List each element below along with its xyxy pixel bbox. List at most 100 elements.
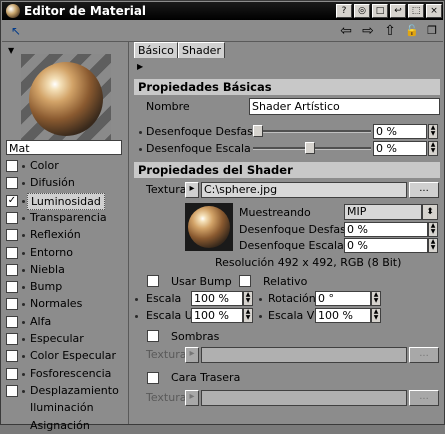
shader-properties-header: Propiedades del Shader <box>134 162 440 178</box>
desfase-slider-track[interactable] <box>253 130 371 133</box>
escala-v-field[interactable]: 100 % <box>315 308 371 323</box>
desfase-field[interactable]: 0 % <box>373 124 427 139</box>
desfase-slider-knob[interactable] <box>253 125 263 137</box>
cara-trasera-label: Cara Trasera <box>171 371 241 384</box>
textura-cara-trasera-field[interactable] <box>201 390 407 406</box>
restore-icon[interactable]: ↩ <box>390 4 406 18</box>
channel-item[interactable]: Difusión <box>4 175 126 191</box>
lock-icon[interactable]: 🔓 <box>404 23 420 39</box>
close-icon[interactable]: × <box>426 4 442 18</box>
tab-basico[interactable]: Básico <box>134 42 178 58</box>
textura-cara-trasera-menu-button[interactable]: ▸ <box>185 390 199 406</box>
channel-dot <box>22 165 25 168</box>
param-dot <box>139 148 142 151</box>
textura-sombras-browse-button[interactable]: ... <box>409 347 439 363</box>
shader-desfase-spinner[interactable]: ▲ ▼ <box>428 222 438 237</box>
textura-path-field[interactable]: C:\sphere.jpg <box>201 182 407 198</box>
shader-escala-field[interactable]: 0 % <box>344 238 428 253</box>
sombras-label: Sombras <box>171 330 220 343</box>
channel-label: Desplazamiento <box>30 383 119 397</box>
sombras-checkbox[interactable] <box>147 330 159 342</box>
expand-arrow-icon[interactable]: ▶ <box>137 62 143 71</box>
nombre-field[interactable]: Shader Artístico <box>249 98 440 115</box>
escala-field[interactable]: 0 % <box>373 141 427 156</box>
channel-item[interactable]: Alfa <box>4 314 126 330</box>
channel-item[interactable]: Entorno <box>4 245 126 261</box>
maximize-icon[interactable]: □ <box>372 4 388 18</box>
channel-dot <box>22 182 25 186</box>
channel-checkbox[interactable] <box>6 177 18 190</box>
escala-u-spinner[interactable]: ▲ ▼ <box>243 308 253 323</box>
channel-checkbox[interactable] <box>6 281 18 294</box>
chevron-down-icon[interactable]: ⬍ <box>422 204 438 220</box>
channel-checkbox[interactable] <box>6 315 18 328</box>
channel-item[interactable]: Color Especular <box>4 348 126 364</box>
textura-label: Textura <box>146 183 187 196</box>
channel-checkbox[interactable] <box>6 160 18 172</box>
escala-slider-knob[interactable] <box>305 142 315 154</box>
channel-item[interactable]: Desplazamiento <box>4 383 126 399</box>
desfase-spinner[interactable]: ▲ ▼ <box>428 124 438 139</box>
new-window-icon[interactable]: ❐ <box>424 23 440 39</box>
escala-u-field[interactable]: 100 % <box>191 308 243 323</box>
channel-item[interactable]: ✓ Luminosidad <box>4 192 126 210</box>
channel-item[interactable]: Iluminación <box>4 400 126 416</box>
channel-item[interactable]: Niebla <box>4 262 126 278</box>
channel-item[interactable]: Transparencia <box>4 210 126 226</box>
textura-cara-trasera-browse-button[interactable]: ... <box>409 390 439 406</box>
channel-checkbox[interactable] <box>6 384 18 397</box>
param-dot <box>139 131 142 134</box>
textura-sombras-field[interactable] <box>201 347 407 363</box>
channel-item[interactable]: Reflexión <box>4 227 126 243</box>
channel-label: Color <box>30 159 59 172</box>
param-dot <box>259 315 262 318</box>
preview-sphere <box>29 62 103 136</box>
help-icon[interactable]: ? <box>336 4 352 18</box>
material-preview[interactable] <box>21 54 111 144</box>
channel-item[interactable]: Color <box>4 158 126 174</box>
channel-item[interactable]: Especular <box>4 331 126 347</box>
channel-checkbox[interactable] <box>6 229 18 242</box>
channel-checkbox[interactable] <box>6 263 18 276</box>
back-arrow-icon[interactable]: ⇦ <box>338 23 354 39</box>
textura-menu-button[interactable]: ▸ <box>185 182 199 198</box>
tab-shader[interactable]: Shader <box>178 42 225 58</box>
channel-checkbox[interactable] <box>6 350 18 363</box>
channel-item[interactable]: Bump <box>4 279 126 295</box>
texture-thumbnail <box>185 203 233 251</box>
shader-escala-spinner[interactable]: ▲ ▼ <box>428 238 438 253</box>
channel-checkbox[interactable] <box>6 333 18 345</box>
textura-browse-button[interactable]: ... <box>409 182 439 198</box>
channel-item[interactable]: Fosforescencia <box>4 366 126 382</box>
usar-bump-checkbox[interactable] <box>147 275 159 287</box>
channel-dot <box>22 389 25 393</box>
forward-arrow-icon[interactable]: ⇨ <box>360 23 376 39</box>
preview-menu-icon[interactable]: ▼ <box>8 46 14 55</box>
channel-checkbox[interactable]: ✓ <box>6 194 18 207</box>
cursor-icon[interactable]: ↖ <box>8 23 24 39</box>
channel-checkbox[interactable] <box>6 298 18 311</box>
minimize-icon[interactable]: ⬚ <box>408 4 424 18</box>
channel-checkbox[interactable] <box>6 246 18 259</box>
shader-desfase-field[interactable]: 0 % <box>344 222 428 237</box>
cara-trasera-checkbox[interactable] <box>147 372 159 384</box>
material-name-field[interactable]: Mat <box>6 140 122 155</box>
muestreando-select[interactable]: MIP <box>344 204 422 220</box>
escala-shader-field[interactable]: 100 % <box>191 291 243 306</box>
rotacion-spinner[interactable]: ▲ ▼ <box>371 291 381 306</box>
channel-item[interactable]: Normales <box>4 296 126 312</box>
resolution-text: Resolución 492 x 492, RGB (8 Bit) <box>215 256 402 269</box>
relativo-checkbox[interactable] <box>239 275 251 287</box>
escala-v-spinner[interactable]: ▲ ▼ <box>371 308 381 323</box>
eye-icon[interactable]: ◎ <box>354 4 370 18</box>
escala-shader-spinner[interactable]: ▲ ▼ <box>243 291 253 306</box>
channel-checkbox[interactable] <box>6 367 18 380</box>
textura-sombras-menu-button[interactable]: ▸ <box>185 347 199 363</box>
up-arrow-icon[interactable]: ⇧ <box>382 23 398 39</box>
channel-checkbox[interactable] <box>6 211 18 224</box>
desfase-label: Desenfoque Desfase <box>146 125 260 138</box>
channel-item[interactable]: Asignación <box>4 418 126 434</box>
window-title: Editor de Material <box>24 4 147 18</box>
rotacion-field[interactable]: 0 ° <box>315 291 371 306</box>
escala-spinner[interactable]: ▲ ▼ <box>428 141 438 156</box>
